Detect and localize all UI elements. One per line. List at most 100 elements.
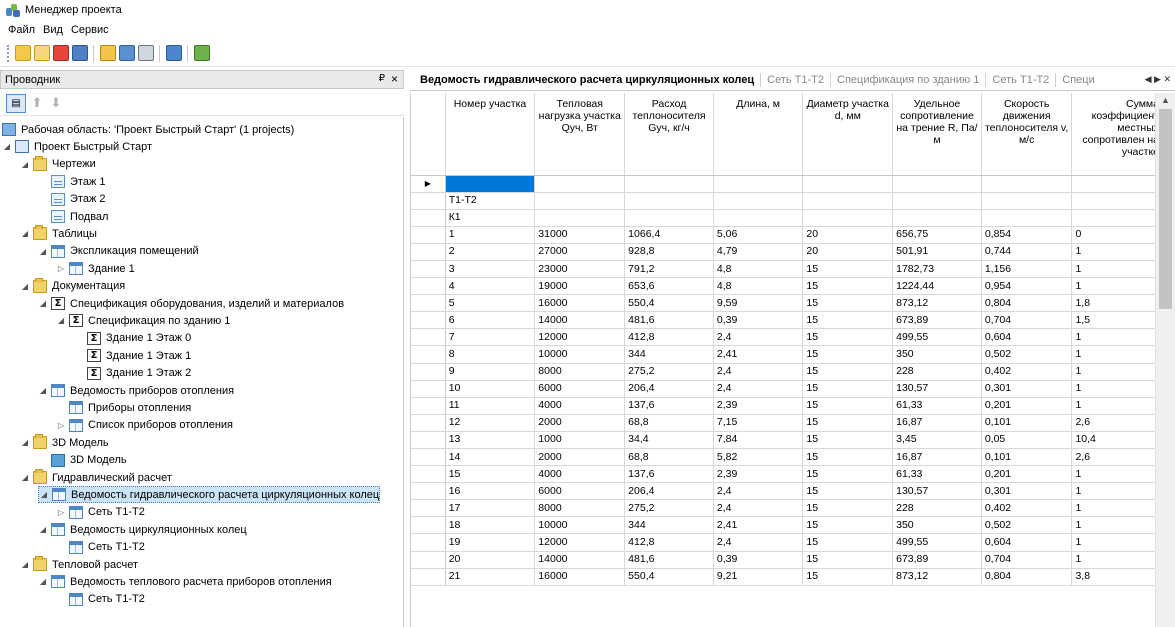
table-cell[interactable]: 412,8	[624, 328, 714, 347]
table-cell[interactable]: 2000	[534, 414, 626, 432]
tab-network-t1-t2-2[interactable]: Сеть Т1-Т2	[986, 73, 1057, 87]
row-header[interactable]	[411, 482, 446, 501]
table-cell[interactable]: 15	[445, 465, 536, 484]
table-cell[interactable]: 481,6	[624, 551, 714, 569]
tab-spec-building-1[interactable]: Спецификация по зданию 1	[831, 73, 987, 87]
table-cell[interactable]: 550,4	[624, 568, 714, 586]
table-row[interactable]: 18 10000 344 2,41 15 350 0,502 1	[411, 516, 1162, 535]
table-cell[interactable]: 137,6	[624, 465, 714, 484]
collapse-icon[interactable]: ◢	[20, 473, 30, 482]
table-cell[interactable]: 9,21	[713, 568, 804, 586]
table-cell[interactable]: 2,41	[713, 345, 804, 364]
table-cell[interactable]	[1071, 192, 1162, 210]
table-cell[interactable]	[445, 175, 536, 193]
table-cell[interactable]: 0,301	[981, 380, 1073, 398]
table-cell[interactable]: 7	[445, 328, 536, 347]
row-header[interactable]	[411, 380, 446, 398]
row-header[interactable]	[411, 465, 446, 484]
table-cell[interactable]: 1224,44	[892, 277, 982, 296]
table-cell[interactable]: 4,8	[713, 260, 804, 279]
row-header[interactable]	[411, 192, 446, 210]
tree-node[interactable]: ▷ Здание 1	[56, 260, 135, 277]
table-row[interactable]: 8 10000 344 2,41 15 350 0,502 1	[411, 345, 1162, 364]
table-cell[interactable]: 16	[445, 482, 536, 501]
table-cell[interactable]: 15	[802, 345, 894, 364]
table-cell[interactable]	[892, 175, 982, 193]
table-cell[interactable]: 68,8	[624, 448, 714, 467]
row-header[interactable]	[411, 431, 446, 450]
table-cell[interactable]: 344	[624, 345, 714, 364]
tree-node[interactable]: Сеть Т1-Т2	[56, 539, 145, 556]
table-cell[interactable]: 2	[445, 243, 536, 261]
table-row[interactable]: 7 12000 412,8 2,4 15 499,55 0,604 1	[411, 328, 1162, 347]
table-cell[interactable]	[981, 175, 1073, 193]
table-cell[interactable]: 1	[1071, 345, 1162, 364]
table-cell[interactable]: 12000	[534, 533, 626, 552]
table-cell[interactable]: 0,402	[981, 499, 1073, 518]
row-header[interactable]	[411, 345, 446, 364]
table-cell[interactable]: 15	[802, 328, 894, 347]
table-row[interactable]: 9 8000 275,2 2,4 15 228 0,402 1	[411, 363, 1162, 381]
table-cell[interactable]: 6000	[534, 482, 626, 501]
table-cell[interactable]: 3,8	[1071, 568, 1162, 586]
table-cell[interactable]	[1071, 175, 1162, 193]
tree-node[interactable]: ◢ Σ Спецификация по зданию 1	[56, 312, 230, 329]
table-cell[interactable]: 0,854	[981, 226, 1073, 244]
table-cell[interactable]: 15	[802, 482, 894, 501]
table-cell[interactable]: 5,82	[713, 448, 804, 467]
table-row[interactable]: 6 14000 481,6 0,39 15 673,89 0,704 1,5	[411, 311, 1162, 330]
row-header[interactable]	[411, 311, 446, 330]
tree-node[interactable]: Сеть Т1-Т2	[56, 591, 145, 608]
table-row[interactable]: 17 8000 275,2 2,4 15 228 0,402 1	[411, 499, 1162, 518]
table-cell[interactable]: 2000	[534, 448, 626, 467]
table-cell[interactable]	[981, 209, 1073, 227]
table-cell[interactable]: 0,704	[981, 311, 1073, 330]
table-cell[interactable]: 873,12	[892, 294, 982, 313]
table-cell[interactable]: 499,55	[892, 328, 982, 347]
tree-node[interactable]: ◢ Экспликация помещений	[38, 243, 199, 260]
table-cell[interactable]: 1	[1071, 465, 1162, 484]
table-cell[interactable]: 0,704	[981, 551, 1073, 569]
collapse-icon[interactable]: ◢	[20, 160, 30, 169]
table-cell[interactable]: 12	[445, 414, 536, 432]
table-cell[interactable]	[892, 192, 982, 210]
table-cell[interactable]: 3,45	[892, 431, 982, 450]
table-cell[interactable]: 61,33	[892, 397, 982, 415]
row-header[interactable]	[411, 551, 446, 569]
collapse-icon[interactable]: ◢	[38, 525, 48, 534]
table-cell[interactable]: Т1-Т2	[445, 192, 536, 210]
table-cell[interactable]: 20	[802, 226, 894, 244]
table-cell[interactable]: 1	[1071, 277, 1162, 296]
table-cell[interactable]: 791,2	[624, 260, 714, 279]
table-row[interactable]: 15 4000 137,6 2,39 15 61,33 0,201 1	[411, 465, 1162, 484]
table-cell[interactable]	[534, 175, 626, 193]
new-icon[interactable]	[14, 45, 31, 61]
table-cell[interactable]: 18	[445, 516, 536, 535]
table-cell[interactable]: 16,87	[892, 448, 982, 467]
table-cell[interactable]: 15	[802, 380, 894, 398]
table-cell[interactable]: 3	[445, 260, 536, 279]
table-cell[interactable]: 228	[892, 499, 982, 518]
scroll-thumb[interactable]	[1159, 109, 1172, 309]
table-cell[interactable]	[534, 209, 626, 227]
collapse-icon[interactable]: ◢	[2, 142, 12, 151]
table-cell[interactable]	[892, 209, 982, 227]
table-cell[interactable]: 137,6	[624, 397, 714, 415]
open-icon[interactable]	[33, 45, 50, 61]
table-cell[interactable]	[624, 175, 714, 193]
table-cell[interactable]: 34,4	[624, 431, 714, 450]
row-header[interactable]	[411, 516, 446, 535]
table-row[interactable]: 11 4000 137,6 2,39 15 61,33 0,201 1	[411, 397, 1162, 415]
table-cell[interactable]: 1	[1071, 243, 1162, 261]
menu-file[interactable]: Файл	[4, 24, 39, 36]
table-cell[interactable]: 275,2	[624, 499, 714, 518]
collapse-icon[interactable]: ◢	[39, 490, 49, 499]
table-cell[interactable]: 1	[445, 226, 536, 244]
table-cell[interactable]: 1	[1071, 260, 1162, 279]
plugin-icon[interactable]	[193, 45, 210, 61]
table-cell[interactable]: 501,91	[892, 243, 982, 261]
table-cell[interactable]: 9,59	[713, 294, 804, 313]
table-cell[interactable]: 15	[802, 397, 894, 415]
table-cell[interactable]: 15	[802, 448, 894, 467]
table-cell[interactable]: 15	[802, 551, 894, 569]
